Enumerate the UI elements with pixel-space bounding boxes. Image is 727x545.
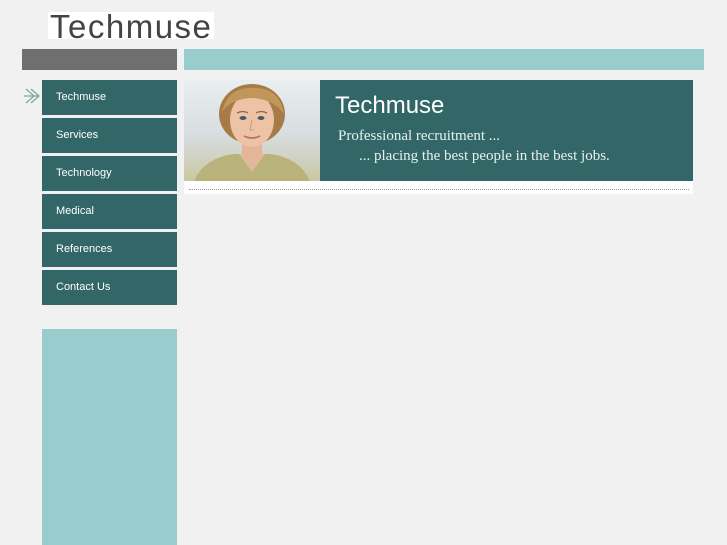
hero-banner: Techmuse Professional recruitment ... ..…: [184, 80, 693, 181]
banner-tagline-line2: ... placing the best people in the best …: [359, 148, 610, 164]
portrait-photo: [184, 80, 320, 181]
portrait-illustration: [194, 84, 310, 181]
banner-title: Techmuse: [335, 92, 445, 119]
site-logo[interactable]: Techmuse: [48, 10, 215, 43]
nav-item-contact-us[interactable]: Contact Us: [42, 270, 177, 305]
nav-item-references[interactable]: References: [42, 232, 177, 267]
header-bar-teal: [184, 49, 704, 70]
content-divider-strip: [184, 181, 693, 194]
header-bar-gray: [22, 49, 177, 70]
nav-item-medical[interactable]: Medical: [42, 194, 177, 229]
nav-item-techmuse[interactable]: Techmuse: [42, 80, 177, 115]
nav-item-technology[interactable]: Technology: [42, 156, 177, 191]
banner-tagline-line1: Professional recruitment ...: [338, 128, 501, 144]
double-chevron-right-icon: [24, 88, 40, 104]
dotted-divider: [189, 189, 689, 190]
side-nav: Techmuse Services Technology Medical Ref…: [42, 80, 177, 308]
nav-item-services[interactable]: Services: [42, 118, 177, 153]
sidebar-panel: [42, 329, 177, 545]
